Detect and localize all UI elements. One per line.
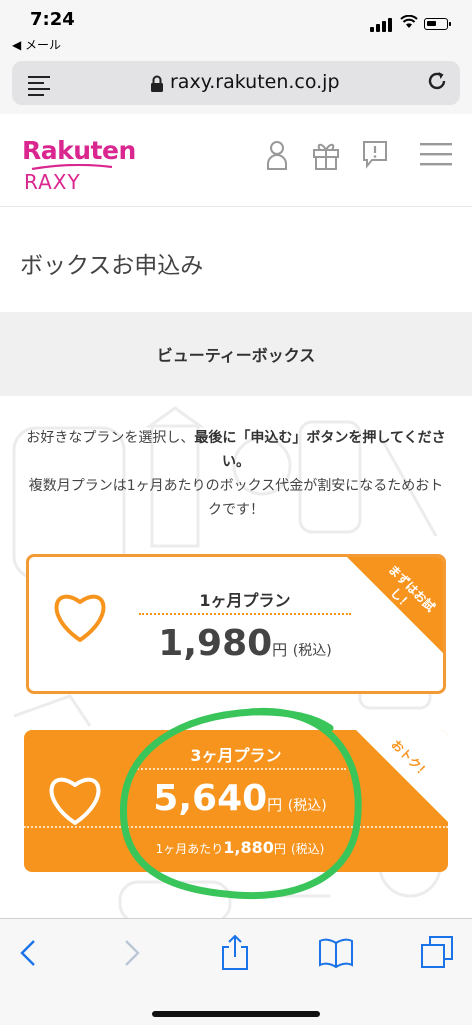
cellular-signal-icon — [370, 18, 392, 32]
back-to-mail-link[interactable]: ◀ メール — [12, 36, 61, 53]
plan-card-3-month[interactable]: おトク！ 3ヶ月プラン 5,640円 (税込) 1ヶ月あたり1,880円 (税込… — [24, 730, 448, 872]
browser-toolbar — [0, 918, 472, 1025]
share-icon[interactable] — [220, 933, 250, 975]
forward-icon[interactable] — [120, 937, 144, 973]
home-indicator — [152, 1011, 320, 1017]
user-icon[interactable] — [266, 140, 288, 174]
plan-price: 1,980円 (税込) — [125, 623, 365, 664]
browser-address-area: raxy.rakuten.co.jp — [0, 52, 472, 114]
instruction-text: お好きなプランを選択し、 — [26, 430, 195, 446]
price-tax: (税込) — [287, 798, 327, 814]
box-type-bar: ビューティーボックス — [0, 312, 472, 396]
notice-icon[interactable] — [362, 140, 388, 174]
plan-card-1-month[interactable]: まずはお試し！ 1ヶ月プラン 1,980円 (税込) — [26, 554, 446, 694]
plan-price: 5,640円 (税込) — [120, 778, 360, 819]
divider-dotted — [134, 768, 346, 774]
address-bar[interactable]: raxy.rakuten.co.jp — [12, 61, 460, 105]
box-type-label: ビューティーボックス — [156, 346, 316, 365]
status-time: 7:24 — [30, 9, 75, 30]
per-month-price: 1ヶ月あたり1,880円 (税込) — [120, 838, 360, 857]
price-yen: 円 — [267, 796, 283, 814]
page-title: ボックスお申込み — [20, 253, 204, 279]
per-month-yen: 円 — [273, 842, 286, 856]
price-yen: 円 — [272, 641, 288, 659]
divider-dotted — [139, 613, 351, 619]
gift-icon[interactable] — [312, 140, 340, 174]
battery-icon — [424, 18, 451, 30]
plan-name: 1ヶ月プラン — [199, 591, 291, 610]
per-month-value: 1,880 — [223, 838, 274, 857]
reload-icon[interactable] — [426, 70, 448, 98]
lock-icon — [150, 75, 164, 97]
price-value: 1,980 — [158, 623, 273, 664]
hamburger-menu-icon[interactable] — [420, 142, 452, 170]
per-month-tax: (税込) — [290, 842, 325, 856]
raxy-logo[interactable]: RAXY — [24, 170, 81, 194]
price-value: 5,640 — [153, 778, 268, 819]
plan-instructions: お好きなプランを選択し、最後に「申込む」ボタンを押してください。 複数月プランは… — [22, 426, 450, 522]
price-tax: (税込) — [292, 643, 332, 659]
per-month-label: 1ヶ月あたり — [155, 842, 224, 856]
divider-dotted — [24, 826, 448, 832]
back-icon[interactable] — [16, 937, 40, 973]
url-text[interactable]: raxy.rakuten.co.jp — [170, 71, 340, 93]
heart-outline-icon — [49, 587, 111, 649]
heart-filled-icon — [44, 770, 106, 832]
wifi-icon — [400, 14, 418, 33]
reader-menu-icon[interactable] — [28, 76, 50, 100]
rakuten-logo[interactable]: Rakuten — [22, 136, 136, 165]
instruction-note: 複数月プランは1ヶ月あたりのボックス代金が割安になるためおトクです！ — [28, 478, 444, 518]
tabs-icon[interactable] — [420, 935, 454, 973]
plan-selection-area: お好きなプランを選択し、最後に「申込む」ボタンを押してください。 複数月プランは… — [0, 396, 472, 918]
status-bar: 7:24 ◀ メール — [0, 0, 472, 52]
plan-name: 3ヶ月プラン — [190, 746, 282, 765]
site-header: Rakuten RAXY — [0, 114, 472, 207]
bookmarks-icon[interactable] — [318, 937, 354, 973]
instruction-emphasis: 最後に「申込む」ボタンを押してください。 — [194, 430, 446, 470]
